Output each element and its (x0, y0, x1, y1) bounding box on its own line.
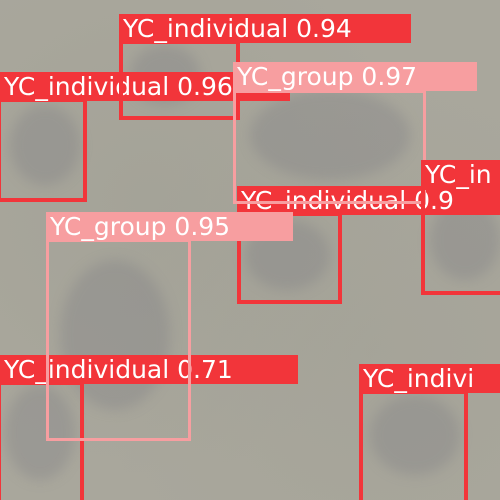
detection-label: YC_individual 0.94 (119, 14, 411, 43)
bounding-box (0, 98, 87, 202)
bounding-box (233, 90, 426, 204)
bounding-box (46, 239, 191, 441)
detection-image: YC_individual 0.96 YC_individual 0.94 YC… (0, 0, 500, 500)
bounding-box (119, 40, 240, 120)
bounding-box (359, 390, 468, 500)
detection-label: YC_indivi (359, 364, 500, 393)
detection-label: YC_in (421, 160, 500, 189)
bounding-box (421, 186, 500, 295)
detection-label: YC_group 0.95 (46, 212, 293, 241)
detection-label: YC_group 0.97 (233, 62, 477, 91)
